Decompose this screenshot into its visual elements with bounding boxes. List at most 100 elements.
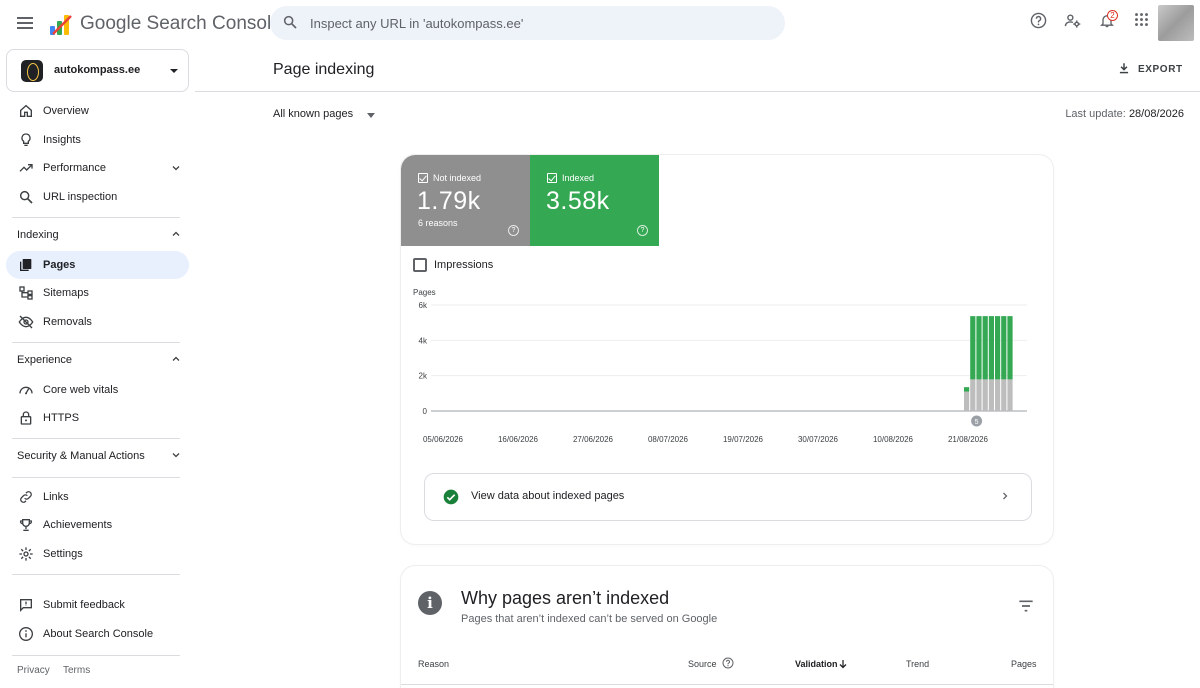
last-update-label: Last update: [1065, 108, 1126, 120]
chevron-down-icon [172, 166, 180, 171]
help-icon[interactable]: ? [637, 225, 648, 236]
sidebar-divider [12, 574, 180, 575]
sidebar-item-label: Sitemaps [43, 287, 89, 299]
column-header-reason[interactable]: Reason [418, 659, 449, 669]
info-icon: i [418, 591, 442, 615]
lightbulb-icon [21, 133, 31, 146]
arrow-down-icon[interactable] [837, 658, 849, 670]
column-header-validation[interactable]: Validation [795, 659, 838, 669]
sidebar-item-links[interactable]: Links [6, 483, 189, 511]
column-header-pages[interactable]: Pages [1011, 659, 1037, 669]
sidebar-item-label: About Search Console [43, 628, 154, 640]
sidebar-item-overview[interactable]: Overview [6, 97, 189, 125]
sidebar-item-label: Core web vitals [43, 384, 119, 396]
terms-link[interactable]: Terms [63, 665, 90, 676]
tile-label: Not indexed [433, 173, 482, 183]
checkbox-unchecked-icon[interactable] [413, 258, 427, 272]
chevron-up-icon [172, 231, 180, 236]
sidebar-item-label: Performance [43, 162, 106, 174]
chart-bar [988, 379, 994, 411]
table-header-divider [401, 684, 1053, 685]
last-update-value: 28/08/2026 [1128, 108, 1184, 120]
privacy-link[interactable]: Privacy [17, 665, 50, 676]
sidebar-section-indexing[interactable]: Indexing [17, 225, 189, 247]
x-tick-label: 05/06/2026 [423, 435, 464, 444]
sidebar-section-security[interactable]: Security & Manual Actions [17, 446, 189, 468]
chart-bar [970, 316, 976, 380]
filter-list-icon[interactable] [1018, 599, 1034, 613]
sidebar-divider [12, 342, 180, 343]
sidebar-divider [12, 477, 180, 478]
feedback-icon [20, 599, 32, 612]
sidebar-item-settings[interactable]: Settings [6, 540, 189, 568]
sidebar-item-label: Overview [43, 105, 89, 117]
export-label: EXPORT [1138, 64, 1183, 75]
speed-icon [19, 386, 33, 395]
sidebar-item-pages[interactable]: Pages [6, 251, 189, 279]
tile-value: 1.79k [417, 187, 481, 215]
summary-card: Not indexed 1.79k 6 reasons ? Indexed 3.… [401, 155, 1053, 544]
apps-grid-icon[interactable] [1134, 12, 1149, 27]
sidebar-item-achievements[interactable]: Achievements [6, 511, 189, 539]
sitemap-icon [19, 286, 33, 300]
not-indexed-tile[interactable]: Not indexed 1.79k 6 reasons ? [401, 155, 530, 246]
property-name: autokompass.ee [54, 64, 141, 76]
property-selector[interactable]: autokompass.ee [6, 49, 189, 92]
sidebar-divider [12, 438, 180, 439]
url-inspect-bar[interactable] [270, 6, 785, 40]
annotation-label: 5 [975, 419, 979, 426]
url-inspect-input[interactable] [310, 6, 770, 40]
tile-value: 3.58k [546, 187, 610, 215]
main-menu-icon[interactable] [15, 12, 37, 34]
column-header-trend[interactable]: Trend [906, 659, 929, 669]
column-header-source[interactable]: Source [688, 659, 717, 669]
section-label: Indexing [17, 229, 59, 241]
checkbox-checked-icon [547, 173, 557, 183]
section-subtitle: Pages that aren’t indexed can’t be serve… [461, 613, 718, 625]
sidebar-item-label: URL inspection [43, 191, 118, 203]
search-icon [283, 15, 297, 29]
trophy-icon [19, 519, 33, 531]
lock-icon [20, 411, 32, 425]
section-title: Why pages aren’t indexed [461, 588, 670, 608]
view-indexed-pages-link[interactable]: View data about indexed pages [424, 473, 1032, 521]
sidebar-item-submit-feedback[interactable]: Submit feedback [6, 591, 189, 619]
sidebar-item-sitemaps[interactable]: Sitemaps [6, 279, 189, 307]
chart-bar [1001, 316, 1007, 380]
chart-bar [964, 391, 970, 411]
sidebar-item-url-inspection[interactable]: URL inspection [6, 183, 189, 211]
search-icon [19, 190, 33, 204]
help-icon[interactable]: ? [508, 225, 519, 236]
x-tick-label: 30/07/2026 [798, 435, 839, 444]
manage-users-icon[interactable] [1064, 12, 1081, 29]
sidebar-item-performance[interactable]: Performance [6, 154, 189, 182]
property-dropdown-icon [170, 69, 178, 73]
x-tick-label: 10/08/2026 [873, 435, 914, 444]
chart-bar [976, 379, 982, 411]
help-icon[interactable] [1030, 12, 1047, 29]
sidebar-item-https[interactable]: HTTPS [6, 404, 189, 432]
account-avatar[interactable] [1158, 5, 1194, 41]
x-tick-label: 16/06/2026 [498, 435, 539, 444]
tile-subtext: 6 reasons [418, 218, 458, 228]
pages-chart: Pages 0 2k 4k 6k 05/06/2026 16/06/2026 27/06/20… [413, 288, 1027, 444]
chart-bar [995, 316, 1001, 380]
help-icon[interactable] [722, 657, 734, 669]
x-tick-label: 27/06/2026 [573, 435, 614, 444]
app-title: Google Search Console [80, 13, 282, 34]
indexed-tile[interactable]: Indexed 3.58k ? [530, 155, 659, 246]
visibility-off-icon [18, 315, 34, 329]
sidebar-item-about[interactable]: About Search Console [6, 620, 189, 648]
download-icon [1119, 63, 1129, 74]
sidebar-item-core-web-vitals[interactable]: Core web vitals [6, 376, 189, 404]
chart-bar [995, 379, 1001, 411]
sidebar-item-removals[interactable]: Removals [6, 308, 189, 336]
sidebar-item-label: Achievements [43, 519, 113, 531]
caret-down-icon[interactable] [367, 113, 375, 118]
top-bar: Google Search Console 2 [0, 0, 1200, 46]
sidebar-item-insights[interactable]: Insights [6, 126, 189, 154]
sidebar-section-experience[interactable]: Experience [17, 350, 189, 372]
pages-filter-select[interactable]: All known pages [273, 108, 353, 120]
sidebar-item-label: Insights [43, 134, 81, 146]
checkbox-checked-icon [418, 173, 428, 183]
